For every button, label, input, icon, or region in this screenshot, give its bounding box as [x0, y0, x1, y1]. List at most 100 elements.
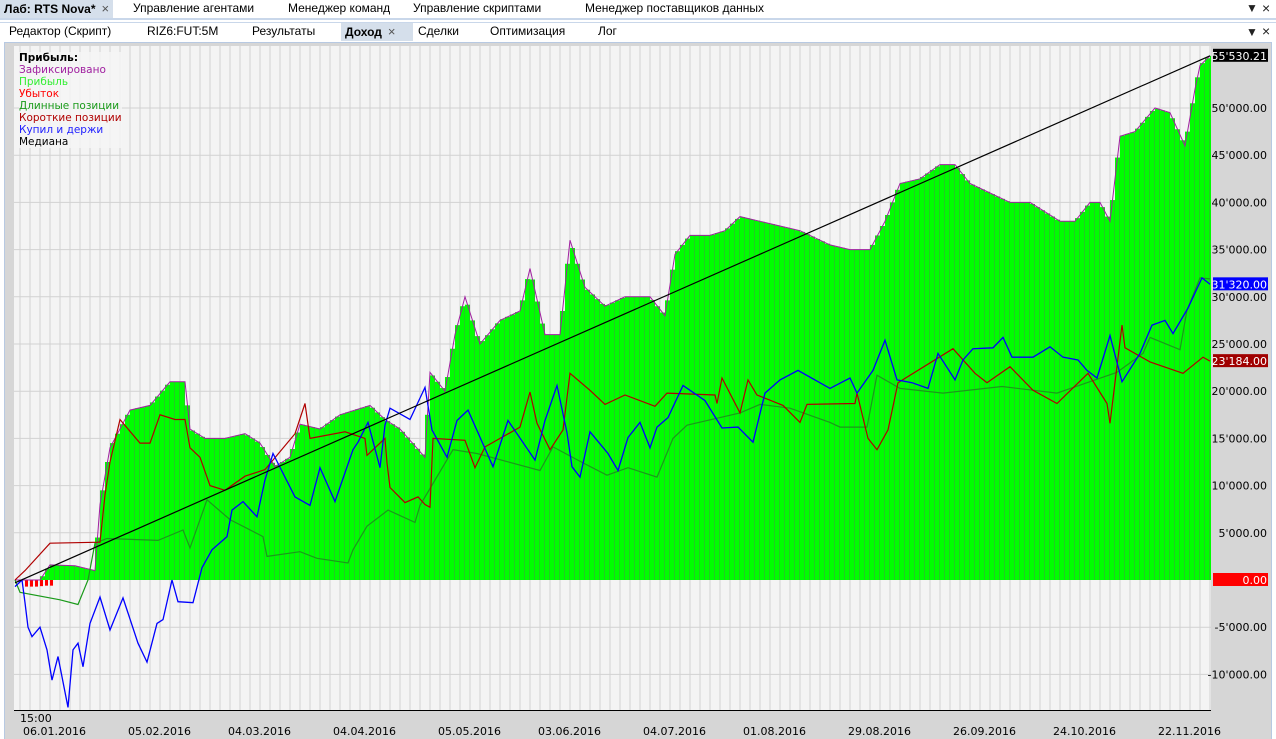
profit-bar-gap	[809, 234, 810, 580]
profit-bar-gap	[744, 217, 745, 580]
y-tick-label: 45'000.00	[1211, 149, 1267, 162]
profit-bar	[500, 319, 504, 580]
profit-bar-gap	[674, 269, 675, 580]
profit-bar-gap	[124, 424, 125, 580]
profit-bar	[260, 447, 264, 580]
profit-bar-gap	[659, 306, 660, 580]
profit-bar	[785, 227, 789, 580]
profit-bar-gap	[354, 410, 355, 580]
profit-bar-gap	[364, 407, 365, 580]
profit-bar-gap	[629, 296, 630, 580]
profit-bar	[75, 566, 79, 580]
loss-bar	[25, 580, 28, 587]
profit-bar	[240, 434, 244, 580]
legend-title: Прибыль:	[19, 52, 79, 64]
profit-bar-gap	[819, 238, 820, 581]
profit-bar-gap	[1209, 58, 1210, 580]
x-first-label: 15:00	[20, 712, 52, 725]
profit-bar-gap	[64, 565, 65, 580]
profit-bar-gap	[559, 334, 560, 580]
profit-bar-gap	[1204, 63, 1205, 581]
profit-bar	[555, 334, 559, 580]
profit-bar	[1200, 63, 1204, 581]
profit-bar	[590, 294, 594, 580]
profit-bar	[320, 427, 324, 580]
profit-bar-gap	[134, 409, 135, 580]
profit-bar-gap	[754, 219, 755, 580]
profit-bar	[575, 263, 579, 580]
profit-bar	[395, 427, 399, 580]
profit-bar-gap	[209, 438, 210, 580]
profit-bar-gap	[1104, 207, 1105, 580]
profit-bar-gap	[434, 375, 435, 580]
profit-bar	[390, 424, 394, 580]
profit-bar-gap	[624, 297, 625, 580]
profit-bar-gap	[359, 409, 360, 580]
profit-bar	[1195, 77, 1199, 580]
y-tick-label: -5'000.00	[1215, 621, 1267, 634]
profit-bar-gap	[44, 576, 45, 580]
profit-bar	[645, 296, 649, 580]
legend-item-buy-hold: Купил и держи	[19, 124, 104, 136]
value-badge-label: 55'530.21	[1211, 50, 1267, 63]
profit-bar-gap	[634, 296, 635, 580]
loss-bar	[50, 580, 53, 586]
profit-bar-gap	[244, 434, 245, 580]
profit-bar-gap	[1094, 202, 1095, 580]
x-tick-label: 29.08.2016	[848, 725, 911, 738]
profit-bar-gap	[189, 405, 190, 580]
profit-bar-gap	[484, 341, 485, 580]
profit-bar-gap	[549, 334, 550, 580]
profit-bar-gap	[1074, 221, 1075, 580]
profit-bar	[845, 249, 849, 580]
profit-bar	[1075, 218, 1079, 580]
profit-bar	[140, 407, 144, 580]
profit-bar-gap	[1134, 132, 1135, 581]
x-tick-label: 04.04.2016	[333, 725, 396, 738]
profit-bar-gap	[144, 407, 145, 580]
x-tick-label: 24.10.2016	[1053, 725, 1116, 738]
profit-bar-gap	[229, 437, 230, 580]
profit-bar	[790, 228, 794, 580]
profit-bar-gap	[129, 414, 130, 580]
profit-bar	[925, 173, 929, 581]
profit-bar-gap	[894, 202, 895, 580]
profit-bar	[715, 233, 719, 580]
income-chart[interactable]: -10'000.00 -5'000.00 5'000.00 10'000.00 15'0…	[0, 0, 1276, 738]
profit-bar	[605, 305, 609, 580]
profit-bar	[210, 438, 214, 580]
profit-bar	[1205, 58, 1209, 580]
profit-bar-gap	[319, 428, 320, 580]
profit-bar-gap	[924, 177, 925, 580]
profit-bar-gap	[329, 423, 330, 580]
profit-bar	[490, 329, 494, 580]
profit-bar-gap	[804, 231, 805, 580]
profit-bar-gap	[324, 427, 325, 580]
profit-bar	[1055, 219, 1059, 580]
profit-bar	[615, 300, 619, 580]
profit-bar	[145, 405, 149, 580]
profit-bar	[455, 325, 459, 580]
profit-bar-gap	[1194, 103, 1195, 580]
x-tick-label: 04.03.2016	[228, 725, 291, 738]
profit-bar	[1120, 135, 1124, 581]
profit-bar	[180, 381, 184, 580]
profit-bar	[865, 249, 869, 580]
profit-bar-gap	[644, 296, 645, 580]
profit-bar-gap	[99, 537, 100, 580]
x-tick-label: 01.08.2016	[743, 725, 806, 738]
profit-bar	[1190, 103, 1194, 580]
profit-bar	[1025, 202, 1029, 580]
profit-bar	[1010, 202, 1014, 580]
profit-bar-gap	[164, 390, 165, 580]
profit-bar-gap	[159, 396, 160, 580]
profit-bar-gap	[1029, 202, 1030, 580]
profit-bar-gap	[604, 303, 605, 580]
profit-bar-gap	[524, 300, 525, 580]
profit-bar	[980, 189, 984, 581]
loss-bar	[35, 580, 38, 587]
profit-bar-gap	[224, 438, 225, 580]
profit-bar	[560, 310, 564, 580]
profit-bar	[940, 164, 944, 580]
profit-bar-gap	[639, 296, 640, 580]
